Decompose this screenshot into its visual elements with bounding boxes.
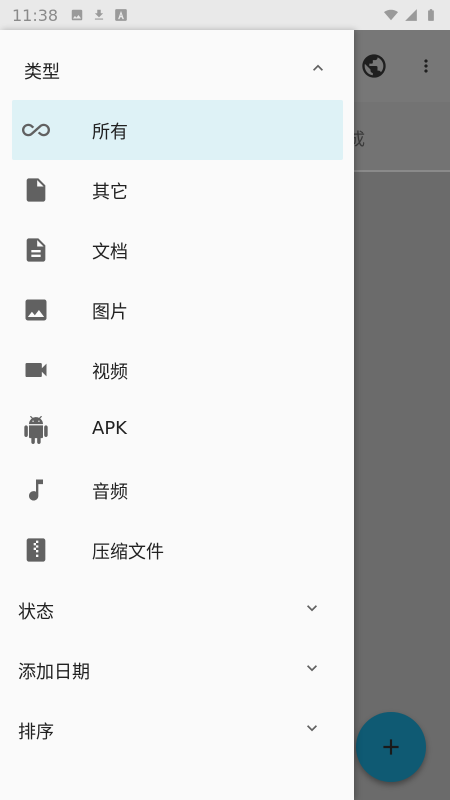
signal-icon [405, 9, 417, 21]
type-item-image[interactable]: 图片 [12, 280, 343, 340]
type-item-label: 视频 [92, 362, 128, 383]
infinity-icon [22, 116, 50, 144]
type-section-title: 类型 [24, 62, 60, 83]
add-fab-button[interactable] [356, 712, 426, 782]
plus-icon [383, 739, 399, 755]
type-item-archive[interactable]: 压缩文件 [12, 520, 343, 580]
status-time: 11:38 [12, 5, 59, 25]
type-section-header[interactable]: 类型 [0, 38, 354, 98]
type-item-other[interactable]: 其它 [12, 160, 343, 220]
chevron-down-icon [307, 605, 317, 612]
date-added-section-header[interactable]: 添加日期 [0, 638, 354, 698]
globe-icon[interactable] [360, 52, 388, 80]
document-icon [22, 236, 50, 264]
file-icon [22, 176, 50, 204]
download-notification-icon [95, 9, 104, 20]
filter-drawer: 类型 所有 其它 文档 图片 视频 APK 音频 压缩文件 状态 添加日期 排序 [0, 30, 354, 800]
image-icon [22, 296, 50, 324]
type-item-label: 音频 [92, 482, 128, 503]
chevron-up-icon [313, 64, 323, 71]
battery-icon [428, 9, 434, 21]
android-icon [22, 416, 50, 444]
type-item-video[interactable]: 视频 [12, 340, 343, 400]
type-item-label: 文档 [92, 242, 128, 263]
music-note-icon [22, 476, 50, 504]
sort-section-header[interactable]: 排序 [0, 698, 354, 758]
type-item-document[interactable]: 文档 [12, 220, 343, 280]
a-notification-icon [115, 9, 127, 21]
type-item-all[interactable]: 所有 [12, 100, 343, 160]
chevron-down-icon [307, 665, 317, 672]
status-section-title: 状态 [18, 602, 54, 623]
type-item-label: 所有 [92, 122, 128, 143]
videocam-icon [22, 356, 50, 384]
sort-section-title: 排序 [18, 722, 54, 743]
type-item-label: 图片 [92, 302, 128, 323]
type-item-label: 其它 [92, 182, 128, 203]
type-item-apk[interactable]: APK [12, 400, 343, 460]
more-vert-icon[interactable] [416, 52, 436, 80]
zip-icon [22, 536, 50, 564]
type-item-audio[interactable]: 音频 [12, 460, 343, 520]
status-bar: 11:38 [0, 0, 450, 30]
status-section-header[interactable]: 状态 [0, 578, 354, 638]
date-added-section-title: 添加日期 [18, 662, 90, 683]
type-item-label: APK [92, 418, 127, 439]
chevron-down-icon [307, 725, 317, 732]
image-notification-icon [71, 9, 83, 21]
type-item-label: 压缩文件 [92, 542, 164, 563]
wifi-icon [384, 9, 398, 21]
